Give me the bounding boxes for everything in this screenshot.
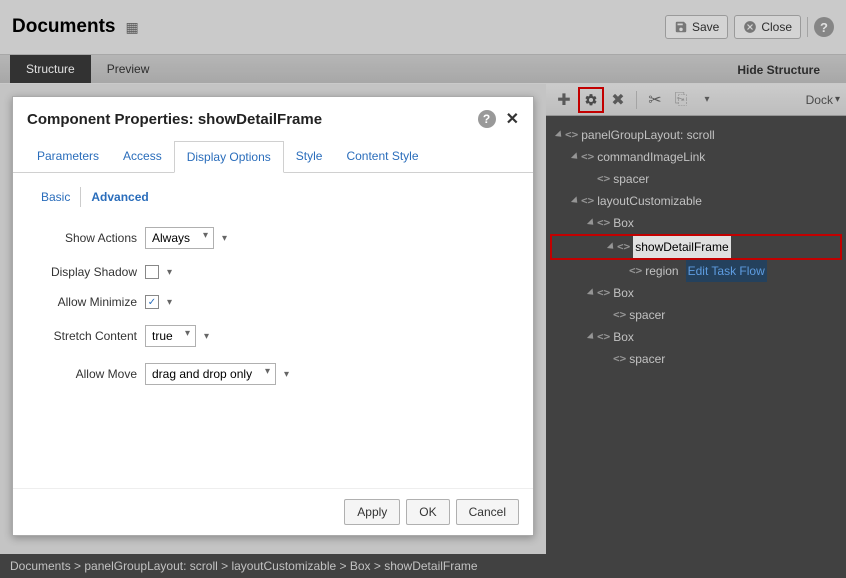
dtab-style[interactable]: Style: [284, 141, 335, 172]
dialog-form: Show Actions Always ▾ Display Shadow ▾ A…: [13, 211, 533, 488]
subtab-basic[interactable]: Basic: [31, 187, 80, 207]
stretch-content-expression-icon[interactable]: ▾: [204, 331, 209, 342]
dtab-display-options[interactable]: Display Options: [174, 141, 284, 173]
dialog-tabs: Parameters Access Display Options Style …: [13, 141, 533, 173]
display-shadow-checkbox[interactable]: [145, 265, 159, 279]
dialog-close-icon[interactable]: ✕: [506, 109, 519, 129]
display-shadow-label: Display Shadow: [35, 265, 145, 279]
show-actions-label: Show Actions: [35, 231, 145, 245]
dtab-content-style[interactable]: Content Style: [334, 141, 430, 172]
dtab-access[interactable]: Access: [111, 141, 174, 172]
dialog-title: Component Properties: showDetailFrame: [27, 111, 322, 128]
stretch-content-label: Stretch Content: [35, 329, 145, 343]
dialog-help-icon[interactable]: ?: [478, 110, 496, 128]
dialog-subtabs: Basic Advanced: [13, 173, 533, 211]
allow-minimize-checkbox[interactable]: ✓: [145, 295, 159, 309]
allow-minimize-expression-icon[interactable]: ▾: [167, 297, 172, 308]
allow-minimize-label: Allow Minimize: [35, 295, 145, 309]
stretch-content-select[interactable]: true: [145, 325, 196, 347]
subtab-advanced[interactable]: Advanced: [80, 187, 158, 207]
allow-move-label: Allow Move: [35, 367, 145, 381]
allow-move-expression-icon[interactable]: ▾: [284, 369, 289, 380]
dtab-parameters[interactable]: Parameters: [25, 141, 111, 172]
allow-move-select[interactable]: drag and drop only: [145, 363, 276, 385]
display-shadow-expression-icon[interactable]: ▾: [167, 267, 172, 278]
show-actions-select[interactable]: Always: [145, 227, 214, 249]
cancel-button[interactable]: Cancel: [456, 499, 519, 525]
component-properties-dialog: Component Properties: showDetailFrame ? …: [12, 96, 534, 536]
show-actions-expression-icon[interactable]: ▾: [222, 233, 227, 244]
ok-button[interactable]: OK: [406, 499, 449, 525]
apply-button[interactable]: Apply: [344, 499, 400, 525]
